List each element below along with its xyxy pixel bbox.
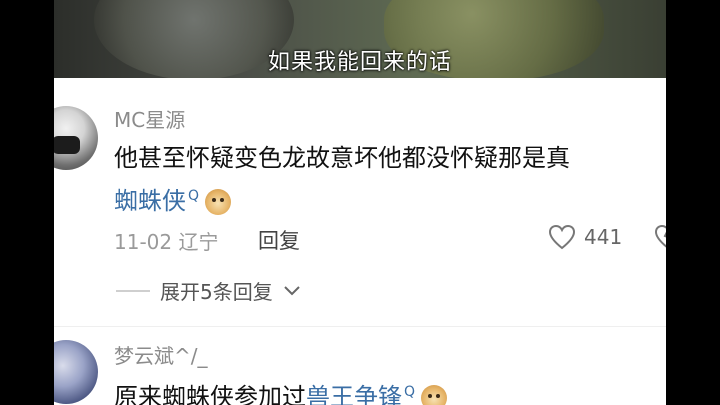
avatar[interactable] — [54, 340, 98, 404]
comment-username[interactable]: 梦云斌^/_ — [114, 340, 208, 369]
comment-text: 他甚至怀疑变色龙故意坏他都没怀疑那是真 — [114, 140, 570, 176]
video-player[interactable]: 如果我能回来的话 — [54, 0, 666, 78]
doge-emoji-icon — [205, 189, 232, 215]
chevron-down-icon — [284, 285, 300, 295]
avatar[interactable] — [54, 106, 98, 170]
comment-username[interactable]: MC星源 — [114, 104, 185, 133]
comment-date-location: 11-02 辽宁 — [114, 230, 219, 254]
reply-button[interactable]: 回复 — [258, 225, 300, 255]
heart-outline-icon — [548, 224, 576, 250]
search-icon[interactable]: Q — [404, 384, 415, 400]
comment-item: MC星源 他甚至怀疑变色龙故意坏他都没怀疑那是真 蜘蛛侠 Q 11-02 辽宁 回… — [54, 78, 666, 318]
heart-broken-icon — [654, 224, 666, 248]
comment-text-content: 原来蜘蛛侠参加过 — [114, 383, 306, 405]
comment-text-line2: 蜘蛛侠 Q — [114, 178, 232, 219]
expand-replies-button[interactable]: 展开5条回复 — [116, 276, 301, 305]
search-icon[interactable]: Q — [188, 188, 199, 204]
expand-divider-line — [116, 289, 150, 292]
comment-text: 原来蜘蛛侠参加过兽王争锋 Q — [114, 374, 448, 405]
like-count: 441 — [584, 225, 623, 249]
comment-divider — [54, 326, 666, 327]
comment-panel: 如果我能回来的话 MC星源 他甚至怀疑变色龙故意坏他都没怀疑那是真 蜘蛛侠 Q 1… — [54, 0, 666, 405]
like-button[interactable]: 441 — [548, 224, 622, 250]
search-link[interactable]: 蜘蛛侠 — [114, 187, 186, 215]
dislike-button[interactable] — [654, 224, 666, 250]
video-subtitle: 如果我能回来的话 — [267, 50, 452, 75]
expand-replies-label: 展开5条回复 — [160, 280, 273, 304]
comment-text-content: 他甚至怀疑变色龙故意坏他都没怀疑那是真 — [114, 144, 570, 172]
search-link[interactable]: 兽王争锋 — [306, 383, 402, 405]
comment-item: 梦云斌^/_ 原来蜘蛛侠参加过兽王争锋 Q — [54, 330, 666, 405]
doge-emoji-icon — [421, 385, 448, 405]
